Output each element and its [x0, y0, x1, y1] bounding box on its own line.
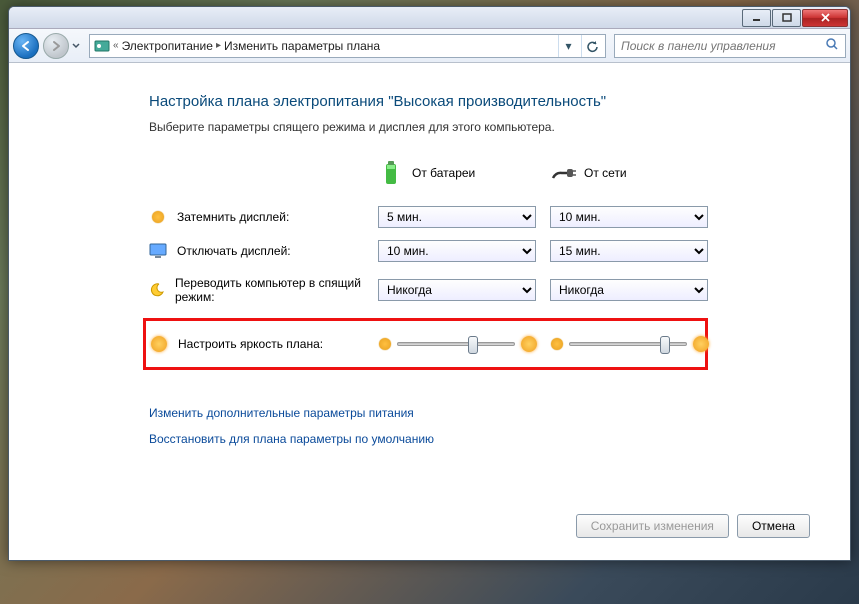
- slider-track[interactable]: [569, 342, 687, 346]
- content: Настройка плана электропитания "Высокая …: [9, 63, 850, 560]
- battery-icon: [378, 160, 404, 186]
- back-button[interactable]: [13, 33, 39, 59]
- monitor-icon: [149, 242, 167, 260]
- chevron-left-icon: «: [113, 40, 119, 51]
- titlebar: [9, 7, 850, 29]
- brightness-ac-slider[interactable]: [551, 336, 709, 352]
- save-button[interactable]: Сохранить изменения: [576, 514, 729, 538]
- plug-icon: [550, 160, 576, 186]
- chevron-right-icon: ▸: [216, 40, 221, 51]
- dim-ac-select[interactable]: 10 мин.: [550, 206, 708, 228]
- sun-big-icon: [693, 336, 709, 352]
- maximize-button[interactable]: [772, 9, 801, 27]
- row-turnoff-display: Отключать дисплей:: [149, 234, 364, 268]
- sun-small-icon: [551, 338, 563, 350]
- slider-track[interactable]: [397, 342, 515, 346]
- address-bar[interactable]: « Электропитание ▸ Изменить параметры пл…: [89, 34, 606, 58]
- footer-buttons: Сохранить изменения Отмена: [576, 514, 810, 538]
- navbar: « Электропитание ▸ Изменить параметры пл…: [9, 29, 850, 63]
- forward-button[interactable]: [43, 33, 69, 59]
- row-label-text: Затемнить дисплей:: [177, 210, 289, 224]
- sun-small-icon: [379, 338, 391, 350]
- close-button[interactable]: [802, 9, 848, 27]
- row-label-text: Отключать дисплей:: [177, 244, 291, 258]
- row-label-text: Настроить яркость плана:: [178, 337, 323, 351]
- cancel-button[interactable]: Отмена: [737, 514, 810, 538]
- slider-thumb[interactable]: [660, 336, 670, 354]
- settings-grid: От батареи От сети Затемнить дисплей: 5 …: [149, 156, 810, 370]
- moon-icon: [149, 281, 165, 299]
- sun-big-icon: [521, 336, 537, 352]
- column-label: От батареи: [412, 166, 475, 180]
- page-title: Настройка плана электропитания "Высокая …: [149, 93, 810, 110]
- brightness-icon: [150, 335, 168, 353]
- search-icon[interactable]: [825, 37, 839, 54]
- search-input[interactable]: [621, 39, 825, 53]
- refresh-button[interactable]: [581, 35, 601, 57]
- search-box[interactable]: [614, 34, 846, 58]
- links: Изменить дополнительные параметры питани…: [149, 406, 810, 446]
- advanced-settings-link[interactable]: Изменить дополнительные параметры питани…: [149, 406, 810, 420]
- row-label-text: Переводить компьютер в спящий режим:: [175, 276, 364, 304]
- history-dropdown-icon[interactable]: [71, 41, 81, 51]
- address-dropdown-icon[interactable]: ▾: [558, 35, 578, 57]
- slider-thumb[interactable]: [468, 336, 478, 354]
- dim-battery-select[interactable]: 5 мин.: [378, 206, 536, 228]
- window: « Электропитание ▸ Изменить параметры пл…: [8, 6, 851, 561]
- page-subtitle: Выберите параметры спящего режима и дисп…: [149, 120, 810, 134]
- restore-defaults-link[interactable]: Восстановить для плана параметры по умол…: [149, 432, 810, 446]
- row-brightness-highlighted: Настроить яркость плана:: [143, 318, 708, 370]
- row-dim-display: Затемнить дисплей:: [149, 200, 364, 234]
- control-panel-icon: [94, 38, 110, 54]
- off-ac-select[interactable]: 15 мин.: [550, 240, 708, 262]
- row-sleep: Переводить компьютер в спящий режим:: [149, 268, 364, 312]
- row-brightness: Настроить яркость плана:: [150, 327, 365, 361]
- breadcrumb-item[interactable]: Электропитание: [122, 39, 213, 53]
- sleep-battery-select[interactable]: Никогда: [378, 279, 536, 301]
- off-battery-select[interactable]: 10 мин.: [378, 240, 536, 262]
- column-header-ac: От сети: [550, 156, 708, 200]
- sleep-ac-select[interactable]: Никогда: [550, 279, 708, 301]
- minimize-button[interactable]: [742, 9, 771, 27]
- column-label: От сети: [584, 166, 627, 180]
- breadcrumb-item[interactable]: Изменить параметры плана: [224, 39, 380, 53]
- column-header-battery: От батареи: [378, 156, 536, 200]
- dim-icon: [149, 208, 167, 226]
- brightness-battery-slider[interactable]: [379, 336, 537, 352]
